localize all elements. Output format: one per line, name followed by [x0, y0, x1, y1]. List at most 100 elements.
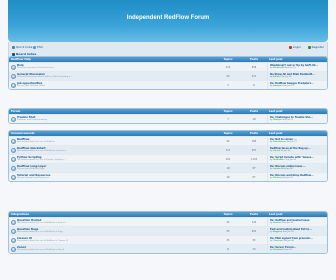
last-post-meta: by Closerwin Sat Jun 04: [270, 240, 327, 242]
topics-column-header: Topics: [223, 213, 233, 216]
last-post-date: Mon Jun 13: [282, 85, 294, 87]
forum-read-icon: [10, 116, 16, 122]
site-title[interactable]: Independent RedFlow Forum: [8, 15, 328, 21]
last-post-user[interactable]: MalenReinen: [273, 141, 286, 143]
forum-status-icon: [9, 245, 17, 253]
topics-count: 42: [226, 221, 230, 224]
last-post-meta: by Sanubo Wed Jun 08: [270, 168, 327, 170]
forum-row[interactable]: Python Scripting Discussions about the us…: [9, 154, 327, 163]
forum-row[interactable]: Help Have any questions? Post them here..…: [9, 62, 327, 71]
quick-links-label: Quick links: [16, 45, 33, 49]
last-post-column-header: Last post: [269, 213, 283, 216]
last-post-column-header: Last post: [269, 110, 283, 113]
forum-category: Integrations Topics Posts Last post Question…: [8, 211, 328, 254]
forum-status-icon: [9, 81, 17, 89]
topics-count: 8: [227, 248, 229, 251]
last-post: Fast and Custom Nasd Put to... by Buggera…: [267, 227, 327, 235]
last-post-meta: by Modelpo Sun Jun 12: [270, 119, 327, 121]
topics-count: 16: [226, 176, 230, 179]
last-post: Re: Mini signed from grounds... by Closer…: [267, 236, 327, 244]
last-post-date: Sun Jun 12: [282, 119, 293, 121]
login-label: Login: [292, 45, 301, 49]
forum-status-icon: [9, 63, 17, 71]
forum-status-icon: [9, 236, 17, 244]
last-post-meta: by Ilfalafel Tue Jun 14: [270, 76, 327, 78]
forum-row[interactable]: General Discussion General Discussions ab…: [9, 71, 327, 80]
last-post-user[interactable]: Jobopper: [273, 85, 282, 87]
last-post-date: Tue Jun 07: [282, 177, 293, 179]
last-post-meta: by Hosteroi Mon Jun 06: [270, 222, 327, 224]
forum-status-icon: [9, 218, 17, 226]
last-post-user[interactable]: Buggerat: [273, 231, 282, 233]
category-title[interactable]: Announcements: [9, 132, 215, 135]
forum-row[interactable]: RedFlow Quickstart Discussions about the …: [9, 145, 327, 154]
forum-row[interactable]: Job opportunities Discuss jobs RedFlow (o…: [9, 80, 327, 89]
last-post-user[interactable]: Sanubo: [273, 168, 281, 170]
menu-icon: [12, 45, 15, 49]
last-post-meta: by Zonetwo Fri Jun 03: [270, 249, 327, 251]
forum-row[interactable]: Question Bugs Discussions about the use o…: [9, 226, 327, 235]
last-post-user[interactable]: Redflowdev: [273, 159, 285, 161]
last-post-meta: by MalenReinen Sat Jun 11: [270, 141, 327, 143]
last-post: Re: Discuss workshop Redflow... by Matthe…: [267, 173, 327, 181]
last-post: Re: Discuss online issue ... by Sanubo We…: [267, 164, 327, 172]
posts-column-header: Posts: [249, 213, 258, 216]
forum-row[interactable]: Zone2 Discussions about the use of RedFlo…: [9, 244, 327, 253]
last-post-user[interactable]: Suntek: [273, 150, 280, 152]
posts-count: 95: [252, 239, 256, 242]
forum-read-icon: [10, 237, 16, 243]
last-post-user[interactable]: Wiedehopf: [273, 67, 284, 69]
forum-info: Tutorial and Resources Discuss Tutorials …: [17, 173, 215, 181]
forum-read-icon: [10, 219, 16, 225]
forum-read-icon: [10, 156, 16, 162]
last-post-user[interactable]: Modelpo: [273, 119, 282, 121]
topics-count: 101: [225, 158, 231, 161]
category-title[interactable]: Integrations: [9, 213, 215, 216]
last-post: Wiedehopf I ask ur tip by GoFL ID... by W…: [267, 63, 327, 71]
register-link[interactable]: Register: [307, 45, 324, 49]
forum-row[interactable]: Question Hosted Discussions about the use…: [9, 217, 327, 226]
faq-link[interactable]: FAQ: [33, 45, 43, 49]
forum-row[interactable]: RedFlow Lang Layer Discuss your RedFlow B…: [9, 163, 327, 172]
posts-count: 456: [251, 66, 257, 69]
forum-status-icon: [9, 72, 17, 80]
forum-description: Discuss jobs RedFlow (offer): [17, 85, 46, 87]
quick-links-link[interactable]: Quick links: [12, 45, 32, 49]
last-post-column-header: Last post: [269, 58, 283, 61]
last-post-user[interactable]: Zonetwo: [273, 249, 282, 251]
forum-row[interactable]: Tutorial and Resources Discuss Tutorials …: [9, 172, 327, 181]
posts-count: 67: [252, 176, 256, 179]
category-title[interactable]: Forum: [9, 110, 215, 113]
login-link[interactable]: Login: [288, 45, 301, 49]
forum-description: Discussions about the use of Python, Scr…: [17, 159, 67, 161]
posts-count: 211: [251, 75, 257, 78]
forum-info: Help Have any questions? Post them here..…: [17, 63, 215, 71]
forum-status-icon: [9, 227, 17, 235]
last-post-user[interactable]: Matthew: [273, 177, 282, 179]
last-post-user[interactable]: Closerwin: [273, 240, 283, 242]
posts-count: 1133: [250, 158, 258, 161]
register-icon: [307, 45, 311, 49]
forum-row[interactable]: Closure UI Discussions about the use of R…: [9, 235, 327, 244]
last-post-user[interactable]: Hosteroi: [273, 222, 281, 224]
last-post: Re: Outflow and hosted issue by Hosteroi …: [267, 218, 327, 226]
topics-count: 3: [227, 84, 229, 87]
last-post-date: Mon Jun 06: [282, 222, 294, 224]
forum-read-icon: [10, 246, 16, 252]
forum-info: Zone2 Discussions about the use of RedFlo…: [17, 245, 215, 253]
forum-read-icon: [10, 64, 16, 70]
last-post-date: Wed Jun 08: [281, 168, 293, 170]
forum-info: Question Hosted Discussions about the use…: [17, 218, 215, 226]
forum-row[interactable]: RedFlow Discussions about the use of RedF…: [9, 136, 327, 145]
last-post-meta: by Buggerat Sun Jun 05: [270, 231, 327, 233]
forum-info: Question Bugs Discussions about the use o…: [17, 227, 215, 235]
forum-description: Discussions about the use of RedFlow in …: [17, 231, 66, 233]
category-title[interactable]: RedFlow Help: [9, 58, 215, 61]
site-header: Independent RedFlow Forum: [8, 0, 328, 42]
posts-count: 201: [251, 230, 257, 233]
forum-read-icon: [10, 228, 16, 234]
posts-count: 19: [252, 118, 256, 121]
forum-row[interactable]: Trouble Shot Problems and Troubleshooting…: [9, 114, 327, 123]
topics-count: 19: [226, 167, 230, 170]
last-post-user[interactable]: Ilfalafel: [273, 76, 280, 78]
